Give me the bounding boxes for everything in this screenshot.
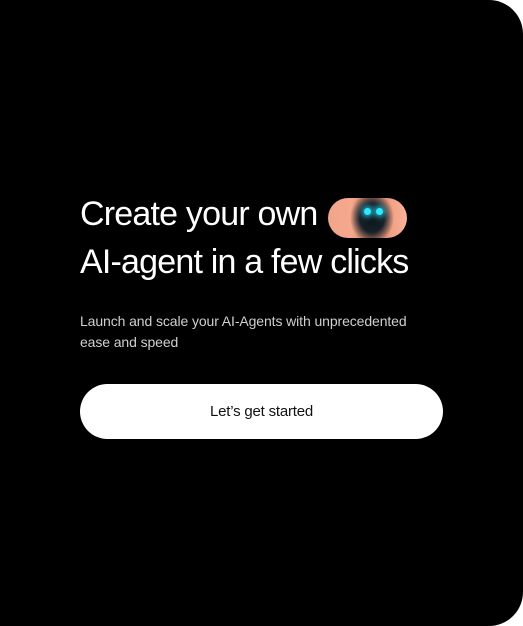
headline-line-1: Create your own: [80, 195, 318, 233]
robot-head-shadow: [328, 198, 407, 238]
get-started-button[interactable]: Let’s get started: [80, 384, 443, 439]
hero-card: Create your own AI-agent in a few clicks…: [0, 0, 523, 626]
robot-face-icon: [328, 198, 407, 238]
hero-subtitle: Launch and scale your AI-Agents with unp…: [80, 313, 407, 350]
hero-headline: Create your own AI-agent in a few clicks: [80, 190, 500, 286]
headline-line-2: AI-agent in a few clicks: [80, 243, 409, 281]
robot-eye-left: [364, 208, 371, 215]
robot-eye-right: [376, 208, 383, 215]
